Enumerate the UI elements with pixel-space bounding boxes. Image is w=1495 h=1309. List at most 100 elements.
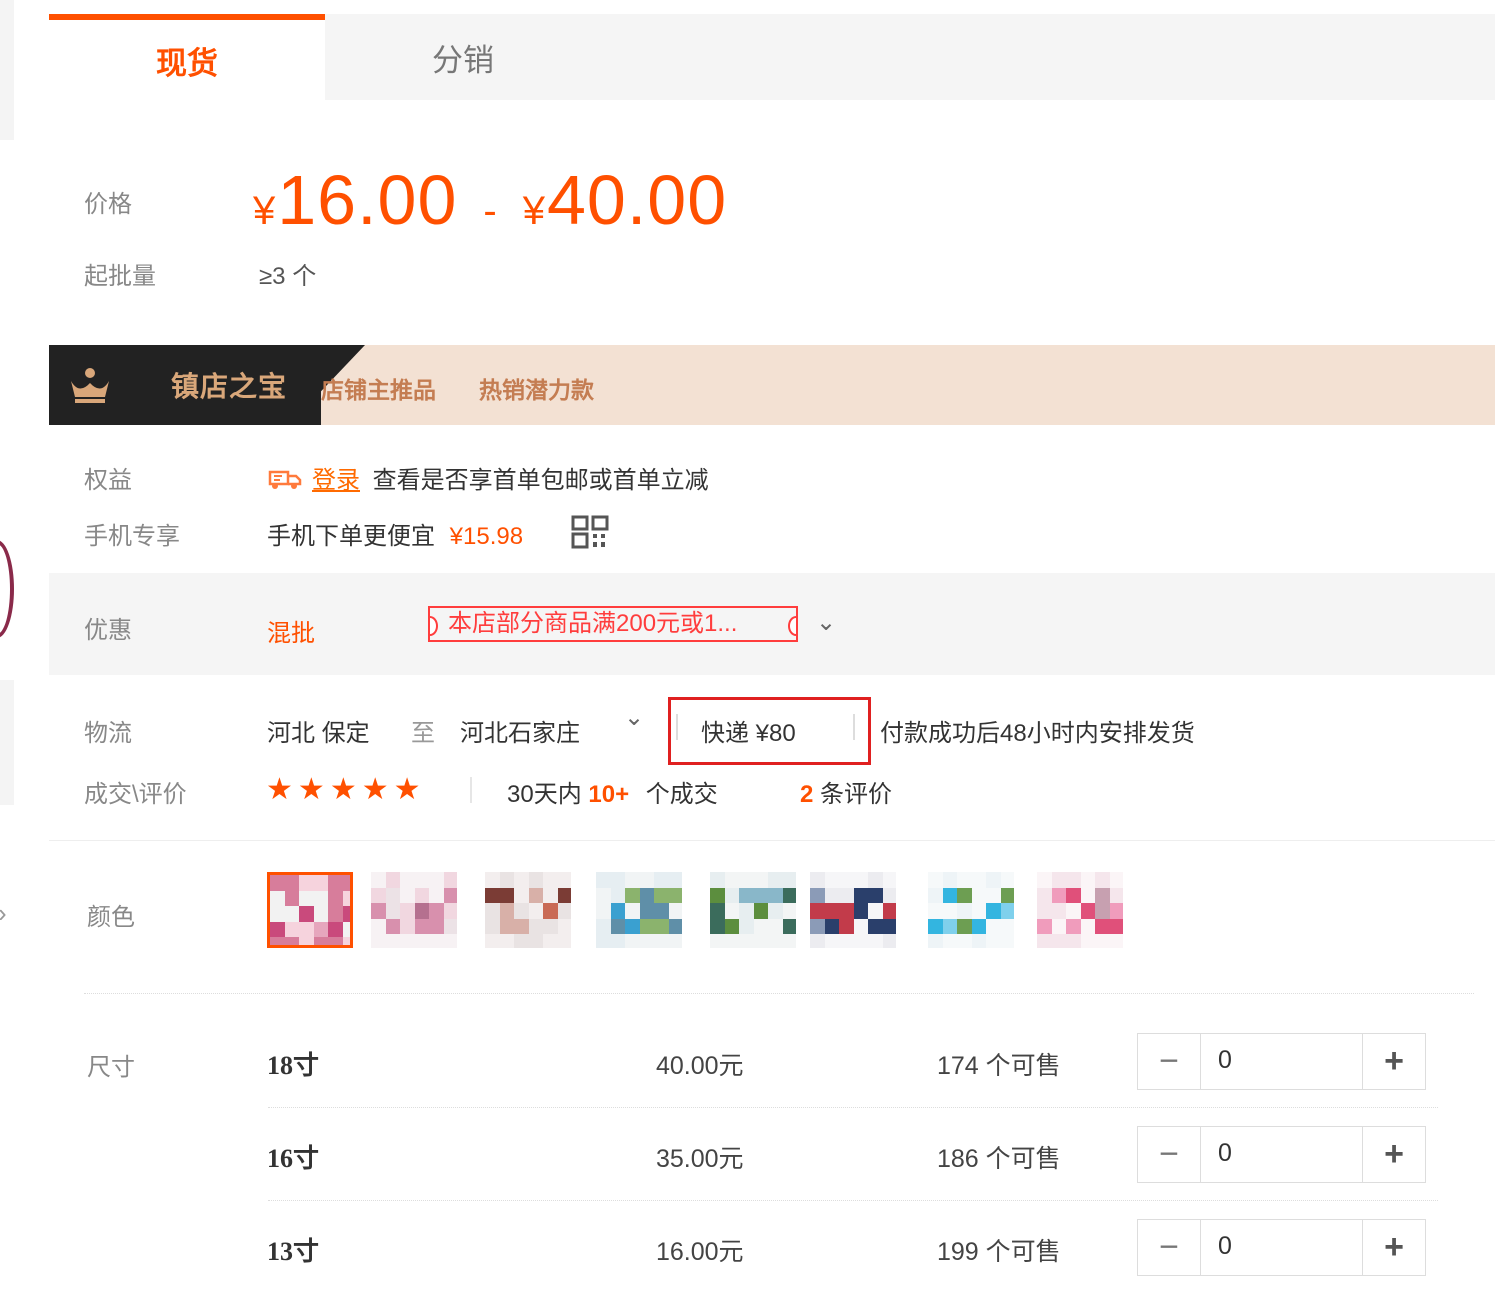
swatch-pixel xyxy=(768,887,783,904)
decrement-button[interactable]: − xyxy=(1138,1034,1201,1089)
min-order-label: 起批量 xyxy=(84,263,156,290)
swatch-pixel xyxy=(957,918,972,935)
chevron-down-icon[interactable]: ⌄ xyxy=(624,703,644,732)
swatch-pixel xyxy=(739,918,754,935)
swatch-pixel xyxy=(724,934,740,948)
swatch-pixel xyxy=(328,890,343,907)
swatch-pixel xyxy=(1080,903,1096,919)
swatch-pixel xyxy=(882,872,896,888)
tab-distribution[interactable]: 分销 xyxy=(325,14,601,100)
swatch-pixel xyxy=(596,872,611,888)
color-swatch[interactable] xyxy=(710,872,796,948)
increment-button[interactable]: + xyxy=(1362,1127,1425,1182)
swatch-pixel xyxy=(414,872,430,888)
swatch-pixel xyxy=(385,903,401,919)
swatch-pixel xyxy=(371,872,386,888)
swatch-pixel xyxy=(1095,934,1110,948)
swatch-pixel xyxy=(753,872,769,888)
swatch-pixel xyxy=(528,918,544,935)
swatch-pixel xyxy=(284,890,300,907)
row-divider xyxy=(268,1200,1438,1201)
swatch-pixel xyxy=(824,887,840,904)
color-swatch[interactable] xyxy=(928,872,1014,948)
increment-button[interactable]: + xyxy=(1362,1034,1425,1089)
swatch-pixel xyxy=(429,872,444,888)
swatch-pixel xyxy=(753,887,769,904)
swatch-pixel xyxy=(299,906,314,922)
swatch-pixel xyxy=(753,934,769,948)
color-swatch[interactable] xyxy=(1037,872,1123,948)
swatch-pixel xyxy=(1051,918,1067,935)
swatch-pixel xyxy=(654,934,669,948)
swatch-pixel xyxy=(385,918,401,935)
swatch-pixel xyxy=(1080,934,1096,948)
swatch-pixel xyxy=(986,887,1001,904)
swatch-pixel xyxy=(299,921,314,938)
swatch-pixel xyxy=(400,934,415,948)
swatch-pixel xyxy=(782,887,796,904)
quantity-input[interactable]: 0 xyxy=(1218,1232,1232,1261)
swatch-pixel xyxy=(328,937,343,945)
price-max: 40.00 xyxy=(547,161,728,239)
swatch-pixel xyxy=(928,903,943,919)
chevron-down-icon[interactable]: ⌄ xyxy=(816,608,836,637)
login-link[interactable]: 登录 xyxy=(312,467,360,494)
swatch-pixel xyxy=(1066,887,1081,904)
quantity-input[interactable]: 0 xyxy=(1218,1046,1232,1075)
increment-button[interactable]: + xyxy=(1362,1220,1425,1275)
swatch-pixel xyxy=(868,872,883,888)
swatch-pixel xyxy=(528,903,544,919)
qr-code-icon[interactable] xyxy=(571,515,611,549)
swatch-pixel xyxy=(928,934,943,948)
banner-tag: 店铺主推品 xyxy=(321,377,436,403)
logistics-label: 物流 xyxy=(84,720,132,747)
swatch-pixel xyxy=(385,934,401,948)
swatch-pixel xyxy=(429,918,444,935)
swatch-pixel xyxy=(710,872,725,888)
swatch-pixel xyxy=(443,934,457,948)
swatch-pixel xyxy=(1000,887,1014,904)
swatch-pixel xyxy=(710,918,725,935)
size-stock: 174 个可售 xyxy=(937,1052,1061,1080)
quantity-input[interactable]: 0 xyxy=(1218,1139,1232,1168)
swatch-pixel xyxy=(810,887,825,904)
swatch-pixel xyxy=(1000,903,1014,919)
swatch-pixel xyxy=(385,872,401,888)
color-swatch[interactable] xyxy=(371,872,457,948)
swatch-pixel xyxy=(739,903,754,919)
tab-spot[interactable]: 现货 xyxy=(49,14,325,100)
color-swatch[interactable] xyxy=(485,872,571,948)
logistics-destination[interactable]: 河北石家庄 xyxy=(460,713,580,748)
mobile-price: ¥15.98 xyxy=(449,523,524,550)
swatch-pixel xyxy=(1051,934,1067,948)
swatch-pixel xyxy=(499,872,515,888)
mobile-text: 手机下单更便宜 xyxy=(267,523,435,550)
swatch-pixel xyxy=(1000,918,1014,935)
swatch-pixel xyxy=(654,887,669,904)
swatch-pixel xyxy=(429,934,444,948)
swatch-pixel xyxy=(724,903,740,919)
swatch-pixel xyxy=(270,921,285,938)
swatch-pixel xyxy=(639,903,655,919)
swatch-pixel xyxy=(1080,887,1096,904)
swatch-pixel xyxy=(782,903,796,919)
review-count[interactable]: 2 条评价 xyxy=(800,774,892,809)
coupon-tag[interactable]: 本店部分商品满200元或1... xyxy=(428,606,798,642)
size-price: 40.00元 xyxy=(656,1052,744,1080)
swatch-pixel xyxy=(1000,872,1014,888)
swatch-pixel xyxy=(668,887,682,904)
color-swatch[interactable] xyxy=(596,872,682,948)
decrement-button[interactable]: − xyxy=(1138,1220,1201,1275)
divider xyxy=(853,714,855,740)
swatch-pixel xyxy=(957,934,972,948)
quantity-stepper: − 0 + xyxy=(1137,1126,1426,1183)
decrement-button[interactable]: − xyxy=(1138,1127,1201,1182)
color-swatch[interactable] xyxy=(267,872,353,948)
rating-stars: ★★★★★ xyxy=(266,772,426,807)
color-swatch[interactable] xyxy=(810,872,896,948)
chevron-right-icon[interactable]: › xyxy=(0,898,7,929)
swatch-pixel xyxy=(739,934,754,948)
swatch-pixel xyxy=(882,918,896,935)
currency-symbol: ¥ xyxy=(253,189,276,233)
swatch-pixel xyxy=(400,872,415,888)
